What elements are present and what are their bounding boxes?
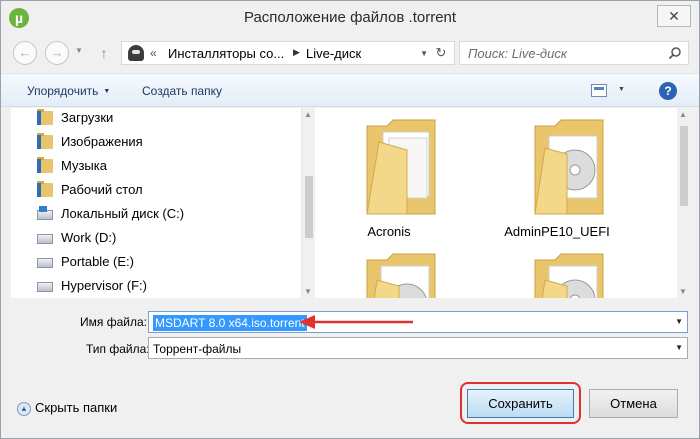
recent-locations-chevron-icon[interactable]: ▼	[75, 46, 83, 55]
folder-with-discs-icon	[534, 119, 604, 215]
save-dialog: µ Расположение файлов .torrent ✕ ← → ▼ ↑…	[0, 0, 700, 439]
window-title: Расположение файлов .torrent	[243, 9, 457, 26]
navigation-pane: Загрузки Изображения Музыка Рабочий стол…	[11, 108, 311, 298]
folder-with-discs-icon	[366, 253, 436, 298]
filetype-select[interactable]: Торрент-файлы ▼	[148, 337, 688, 359]
drive-icon	[37, 282, 53, 292]
close-button[interactable]: ✕	[657, 5, 691, 27]
drive-icon	[37, 234, 53, 244]
help-icon[interactable]: ?	[659, 82, 677, 100]
save-button[interactable]: Сохранить	[467, 389, 574, 418]
chevron-up-icon: ▲	[17, 401, 31, 416]
title-bar: µ Расположение файлов .torrent ✕	[1, 1, 699, 35]
drive-icon	[37, 258, 53, 268]
breadcrumb-segment[interactable]: Инсталляторы со...	[168, 46, 284, 61]
scrollbar-thumb[interactable]	[305, 176, 313, 238]
scroll-up-icon[interactable]: ▲	[304, 110, 312, 119]
filename-field[interactable]: MSDART 8.0 x64.iso.torrent ▼	[148, 311, 688, 333]
folder-icon	[37, 133, 53, 149]
breadcrumb-overflow[interactable]: «	[150, 46, 157, 60]
organize-label: Упорядочить	[27, 84, 99, 98]
new-folder-button[interactable]: Создать папку	[142, 84, 222, 98]
chevron-down-icon: ▼	[103, 88, 111, 96]
change-view-icon[interactable]	[591, 84, 607, 97]
scrollbar-thumb[interactable]	[680, 126, 688, 206]
folder-icon	[37, 109, 53, 125]
file-list-scrollbar[interactable]: ▲ ▼	[677, 108, 691, 298]
address-bar: ← → ▼ ↑ « Инсталляторы со... ▶ Live-диск…	[11, 39, 691, 69]
hide-folders-toggle[interactable]: ▲ Скрыть папки	[17, 400, 117, 416]
nav-item-label: Hypervisor (F:)	[61, 278, 147, 293]
search-placeholder: Поиск: Live-диск	[468, 46, 567, 61]
nav-item-label: Portable (E:)	[61, 254, 134, 269]
chevron-down-icon[interactable]: ▼	[675, 343, 683, 352]
up-arrow-icon[interactable]: ↑	[93, 42, 115, 64]
user-folder-icon	[128, 45, 144, 61]
navigation-scrollbar[interactable]: ▲ ▼	[301, 108, 315, 298]
command-bar: Упорядочить ▼ Создать папку ▼ ?	[1, 73, 699, 107]
breadcrumb-segment[interactable]: Live-диск	[306, 46, 361, 61]
cancel-button[interactable]: Отмена	[589, 389, 678, 418]
nav-item-label: Изображения	[61, 134, 143, 149]
folder-icon	[37, 181, 53, 197]
folder-icon	[37, 157, 53, 173]
folder-label: Acronis	[367, 224, 411, 239]
chevron-down-icon[interactable]: ▼	[675, 317, 683, 326]
search-input[interactable]: Поиск: Live-диск	[459, 41, 689, 65]
scroll-up-icon[interactable]: ▲	[679, 110, 687, 119]
folder-with-discs-icon	[534, 253, 604, 298]
scroll-down-icon[interactable]: ▼	[304, 287, 312, 296]
filetype-label: Тип файла:	[86, 342, 150, 356]
breadcrumb[interactable]: « Инсталляторы со... ▶ Live-диск ▼ ↻	[121, 41, 455, 65]
nav-item-label: Work (D:)	[61, 230, 117, 245]
chevron-down-icon[interactable]: ▼	[618, 86, 625, 93]
file-list: Acronis AdminPE10_UEFI	[315, 108, 677, 298]
nav-item-label: Музыка	[61, 158, 107, 173]
filename-label: Имя файла:	[80, 315, 147, 329]
search-icon	[668, 47, 681, 60]
folder-label: AdminPE10_UEFI	[504, 224, 610, 239]
system-drive-icon	[37, 206, 53, 220]
nav-item-label: Загрузки	[61, 110, 114, 125]
folder-with-discs-icon	[366, 119, 436, 215]
filename-value[interactable]: MSDART 8.0 x64.iso.torrent	[153, 315, 307, 331]
forward-button[interactable]: →	[45, 41, 69, 65]
organize-button[interactable]: Упорядочить ▼	[27, 84, 110, 98]
nav-item-label: Рабочий стол	[61, 182, 143, 197]
red-arrow-annotation-icon	[299, 315, 413, 329]
refresh-icon[interactable]: ↻	[432, 44, 450, 62]
nav-item-label: Локальный диск (C:)	[61, 206, 185, 221]
filetype-value: Торрент-файлы	[153, 342, 242, 356]
chevron-right-icon[interactable]: ▶	[293, 47, 300, 58]
chevron-down-icon[interactable]: ▼	[420, 49, 428, 58]
scroll-down-icon[interactable]: ▼	[679, 287, 687, 296]
hide-folders-label: Скрыть папки	[35, 400, 118, 415]
back-button[interactable]: ←	[13, 41, 37, 65]
